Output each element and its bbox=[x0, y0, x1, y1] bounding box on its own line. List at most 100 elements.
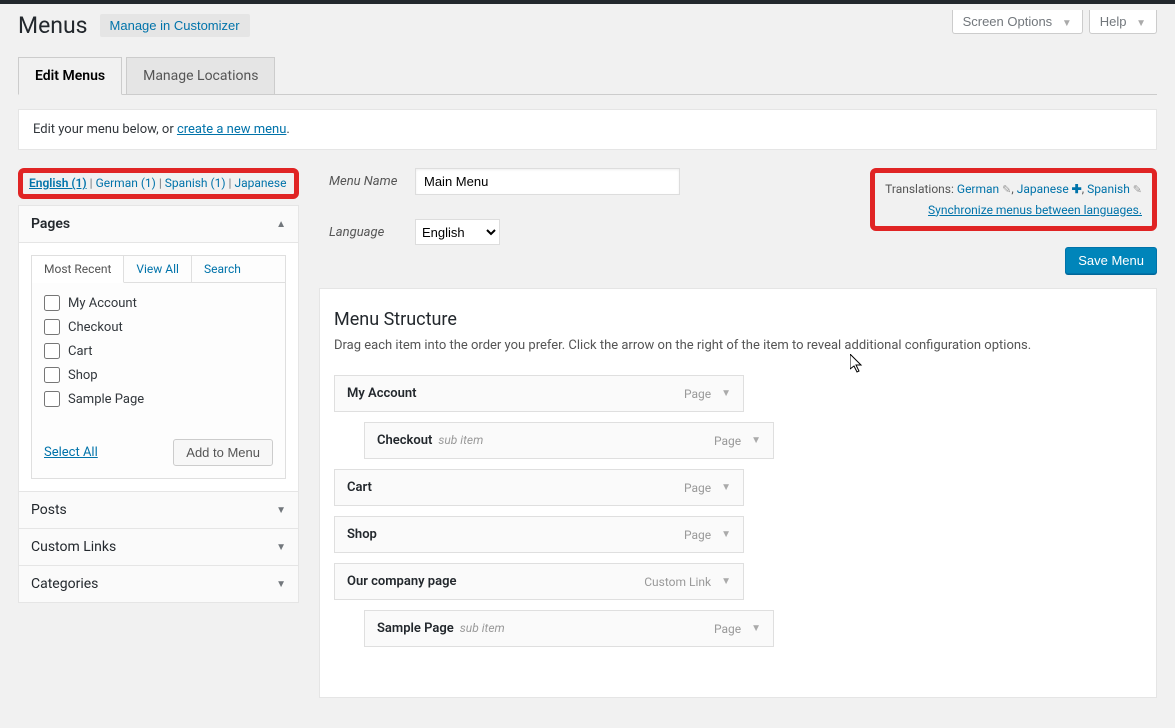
help-button[interactable]: Help ▼ bbox=[1089, 10, 1157, 34]
page-item-label: Sample Page bbox=[68, 392, 144, 407]
chevron-down-icon[interactable]: ▼ bbox=[721, 576, 731, 587]
customizer-button[interactable]: Manage in Customizer bbox=[100, 14, 250, 37]
menu-item-title: Our company page bbox=[347, 574, 456, 589]
accordion-pages-title: Pages bbox=[31, 216, 70, 232]
language-link[interactable]: Spanish (1) bbox=[165, 176, 226, 190]
menu-item-type: Page bbox=[684, 528, 711, 542]
screen-options-label: Screen Options bbox=[963, 14, 1053, 29]
chevron-down-icon: ▼ bbox=[1136, 18, 1146, 29]
accordion-posts-title: Posts bbox=[31, 502, 67, 518]
notice-text: Edit your menu below, or bbox=[33, 122, 177, 137]
menu-item[interactable]: Checkoutsub item Page ▼ bbox=[364, 422, 774, 459]
tab-manage-locations[interactable]: Manage Locations bbox=[126, 57, 275, 94]
chevron-down-icon[interactable]: ▼ bbox=[721, 529, 731, 540]
menu-item-type: Page bbox=[684, 481, 711, 495]
chevron-up-icon: ▲ bbox=[276, 219, 286, 230]
menu-item[interactable]: My Account Page ▼ bbox=[334, 375, 744, 412]
page-item[interactable]: Checkout bbox=[44, 319, 273, 335]
synchronize-menus-link[interactable]: Synchronize menus between languages. bbox=[885, 200, 1142, 220]
language-link[interactable]: German (1) bbox=[96, 176, 156, 190]
translation-link[interactable]: German bbox=[957, 182, 1002, 196]
menu-item[interactable]: Our company page Custom Link ▼ bbox=[334, 563, 744, 600]
page-checkbox[interactable] bbox=[44, 343, 60, 359]
accordion-posts[interactable]: Posts ▼ bbox=[18, 491, 299, 529]
pencil-icon[interactable]: ✎ bbox=[1002, 183, 1011, 196]
language-label: Language bbox=[329, 225, 401, 240]
nav-tabs: Edit Menus Manage Locations bbox=[0, 39, 1175, 95]
sub-item-label: sub item bbox=[438, 433, 483, 447]
screen-options-button[interactable]: Screen Options ▼ bbox=[952, 10, 1083, 34]
menu-item-type: Page bbox=[684, 387, 711, 401]
chevron-down-icon: ▼ bbox=[276, 542, 286, 553]
menu-name-label: Menu Name bbox=[329, 174, 401, 189]
page-item[interactable]: Sample Page bbox=[44, 391, 273, 407]
translations-prefix: Translations: bbox=[885, 182, 957, 196]
accordion-pages-header[interactable]: Pages ▲ bbox=[19, 206, 298, 243]
translation-link[interactable]: Japanese bbox=[1017, 182, 1072, 196]
page-item[interactable]: Shop bbox=[44, 367, 273, 383]
accordion-categories-title: Categories bbox=[31, 576, 98, 592]
separator: | bbox=[156, 176, 165, 190]
language-link[interactable]: English (1) bbox=[29, 176, 87, 190]
page-checkbox[interactable] bbox=[44, 295, 60, 311]
subtab-view-all[interactable]: View All bbox=[124, 256, 192, 282]
save-menu-button[interactable]: Save Menu bbox=[1065, 247, 1157, 274]
chevron-down-icon: ▼ bbox=[276, 579, 286, 590]
language-link[interactable]: Japanese bbox=[234, 176, 286, 190]
language-switcher: English (1)|German (1)|Spanish (1)|Japan… bbox=[18, 168, 299, 199]
page-checkbox[interactable] bbox=[44, 391, 60, 407]
translations-box: Translations: German ✎, Japanese ✚, Span… bbox=[870, 168, 1157, 231]
menu-item[interactable]: Shop Page ▼ bbox=[334, 516, 744, 553]
notice-bar: Edit your menu below, or create a new me… bbox=[18, 109, 1157, 150]
translation-link[interactable]: Spanish bbox=[1087, 182, 1133, 196]
chevron-down-icon[interactable]: ▼ bbox=[721, 482, 731, 493]
sub-item-label: sub item bbox=[460, 621, 505, 635]
page-item[interactable]: Cart bbox=[44, 343, 273, 359]
menu-item[interactable]: Sample Pagesub item Page ▼ bbox=[364, 610, 774, 647]
subtab-search[interactable]: Search bbox=[192, 256, 253, 282]
tab-edit-menus[interactable]: Edit Menus bbox=[18, 57, 122, 95]
menu-item-type: Custom Link bbox=[644, 575, 711, 589]
menu-name-input[interactable] bbox=[415, 168, 680, 195]
menu-item-title: Shop bbox=[347, 527, 377, 542]
page-checkbox[interactable] bbox=[44, 319, 60, 335]
chevron-down-icon[interactable]: ▼ bbox=[751, 435, 761, 446]
menu-item-type: Page bbox=[714, 434, 741, 448]
create-new-menu-link[interactable]: create a new menu bbox=[177, 122, 286, 137]
chevron-down-icon[interactable]: ▼ bbox=[751, 623, 761, 634]
menu-item-title: My Account bbox=[347, 386, 417, 401]
help-label: Help bbox=[1100, 14, 1127, 29]
accordion-categories[interactable]: Categories ▼ bbox=[18, 565, 299, 603]
chevron-down-icon[interactable]: ▼ bbox=[721, 388, 731, 399]
menu-structure-title: Menu Structure bbox=[334, 309, 1142, 330]
menu-structure-desc: Drag each item into the order you prefer… bbox=[334, 338, 1142, 353]
accordion-custom-links-title: Custom Links bbox=[31, 539, 116, 555]
plus-icon[interactable]: ✚ bbox=[1072, 182, 1082, 196]
pencil-icon[interactable]: ✎ bbox=[1133, 183, 1142, 196]
page-item-label: Shop bbox=[68, 368, 98, 383]
pages-subtabs: Most Recent View All Search My Account Ch… bbox=[31, 255, 286, 479]
select-all-link[interactable]: Select All bbox=[44, 445, 98, 460]
page-item-label: Checkout bbox=[68, 320, 123, 335]
menu-item-type: Page bbox=[714, 622, 741, 636]
accordion-pages: Pages ▲ Most Recent View All Search My A… bbox=[18, 205, 299, 492]
chevron-down-icon: ▼ bbox=[276, 505, 286, 516]
header: Menus Manage in Customizer Screen Option… bbox=[0, 4, 1175, 39]
page-checkbox[interactable] bbox=[44, 367, 60, 383]
page-item-label: Cart bbox=[68, 344, 93, 359]
menu-structure-panel: Menu Structure Drag each item into the o… bbox=[319, 288, 1157, 698]
chevron-down-icon: ▼ bbox=[1062, 18, 1072, 29]
separator: | bbox=[87, 176, 96, 190]
menu-item-title: Cart bbox=[347, 480, 372, 495]
add-to-menu-button[interactable]: Add to Menu bbox=[173, 439, 273, 466]
page-item[interactable]: My Account bbox=[44, 295, 273, 311]
page-item-label: My Account bbox=[68, 296, 137, 311]
accordion-custom-links[interactable]: Custom Links ▼ bbox=[18, 528, 299, 566]
menu-item-title: Sample Pagesub item bbox=[377, 621, 505, 636]
menu-item[interactable]: Cart Page ▼ bbox=[334, 469, 744, 506]
page-title: Menus bbox=[18, 12, 88, 39]
language-select[interactable]: English bbox=[415, 219, 500, 245]
notice-suffix: . bbox=[286, 122, 289, 137]
menu-item-title: Checkoutsub item bbox=[377, 433, 483, 448]
subtab-most-recent[interactable]: Most Recent bbox=[32, 256, 124, 283]
